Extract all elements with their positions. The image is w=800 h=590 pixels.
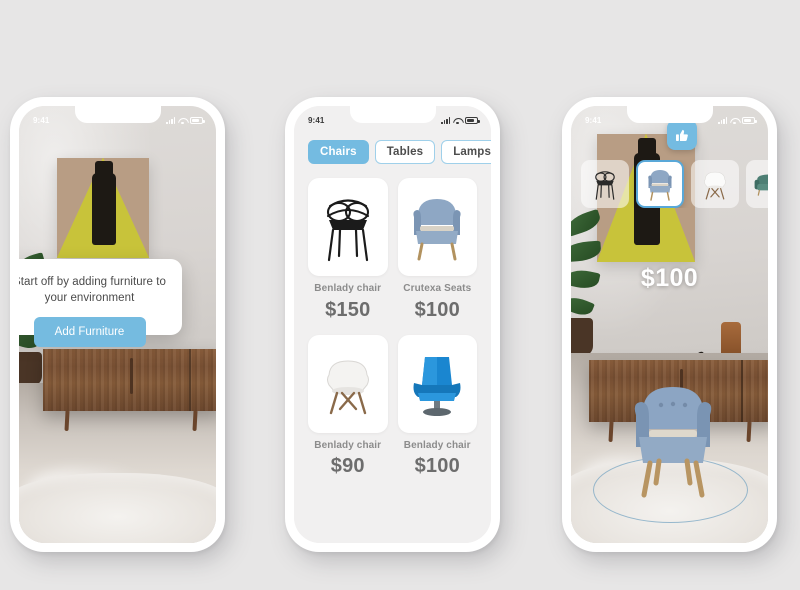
product-thumbnail [397, 334, 477, 433]
product-name: Benlady chair [403, 439, 471, 451]
carousel-item[interactable] [746, 160, 768, 208]
sideboard-handle [130, 357, 134, 394]
plant-leaf [571, 240, 602, 263]
onboarding-message: Start off by adding furniture to your en… [19, 276, 166, 304]
catalog-container: Chairs Tables Lamps Benlady chair $150 C… [294, 106, 491, 543]
add-furniture-button[interactable]: Add Furniture [33, 317, 146, 347]
carousel-item[interactable] [691, 160, 739, 208]
plant-pot [571, 318, 593, 356]
signal-bars-icon [718, 117, 727, 124]
wifi-icon [730, 117, 739, 124]
ar-placed-chair[interactable] [623, 375, 723, 505]
green-sofa-icon [754, 174, 768, 196]
screen-catalog: Chairs Tables Lamps Benlady chair $150 C… [294, 106, 491, 543]
status-bar-indicators [718, 117, 757, 124]
signal-bars-icon [441, 117, 450, 124]
screen-ar-placement: 9:41 $100 [571, 106, 768, 543]
sideboard-furniture [43, 349, 216, 411]
ar-product-price: $100 [640, 264, 699, 292]
blue-armchair-icon [413, 199, 461, 261]
plant-pot [19, 352, 42, 386]
product-name: Benlady chair [314, 283, 382, 294]
sideboard-divider [741, 360, 744, 422]
mockup-stage: 9:41 Start off by adding furniture to yo… [0, 0, 800, 590]
phone-notch [626, 106, 713, 123]
phone-mockup-ar-onboarding: 9:41 Start off by adding furniture to yo… [10, 97, 225, 552]
product-name: Benlady chair [314, 439, 382, 451]
phone-notch [349, 106, 436, 123]
carousel-item[interactable] [581, 160, 629, 208]
product-price: $100 [414, 455, 460, 477]
tab-tables[interactable]: Tables [374, 140, 436, 164]
battery-icon [190, 117, 205, 124]
status-bar-time: 9:41 [308, 116, 325, 125]
product-card[interactable]: Benlady chair $100 [397, 334, 477, 479]
status-bar-indicators [166, 117, 205, 124]
plant-leaf [571, 208, 603, 238]
product-price: $100 [414, 298, 460, 321]
phone-notch [74, 106, 161, 123]
tab-chairs[interactable]: Chairs [308, 140, 369, 164]
blue-armchair-icon [648, 170, 672, 201]
product-thumbnail [308, 334, 388, 433]
black-wire-chair-icon [326, 199, 369, 262]
product-price: $90 [330, 455, 365, 477]
sideboard-legs [43, 410, 216, 432]
white-eames-chair-icon [326, 359, 369, 414]
phone-mockup-ar-placement: 9:41 $100 [562, 97, 777, 552]
product-grid: Benlady chair $150 Crutexa Seats $100 Be… [294, 178, 491, 478]
phone-mockup-catalog: Chairs Tables Lamps Benlady chair $150 C… [285, 97, 500, 552]
status-bar-time: 9:41 [585, 116, 602, 125]
product-card[interactable]: Crutexa Seats $100 [397, 178, 477, 322]
status-bar-time: 9:41 [33, 116, 50, 125]
black-wire-chair-icon [595, 171, 615, 200]
signal-bars-icon [166, 117, 175, 124]
blue-lounge-chair-icon [413, 356, 461, 416]
product-name: Crutexa Seats [403, 283, 472, 294]
onboarding-tooltip-card: Start off by adding furniture to your en… [19, 259, 182, 347]
product-card[interactable]: Benlady chair $150 [308, 178, 388, 322]
wifi-icon [178, 117, 187, 124]
category-tabs: Chairs Tables Lamps [294, 140, 491, 164]
white-eames-chair-icon [704, 171, 726, 200]
battery-icon [742, 117, 757, 124]
floor-rug [19, 472, 216, 543]
product-price: $150 [325, 298, 371, 321]
carousel-item-selected[interactable] [636, 160, 684, 208]
battery-icon [465, 117, 480, 124]
product-thumbnail [397, 178, 477, 276]
sideboard-divider [188, 349, 191, 411]
artwork-shape [91, 161, 116, 245]
wall-artwork [57, 158, 149, 258]
screen-ar-onboarding: 9:41 Start off by adding furniture to yo… [19, 106, 216, 543]
plant-leaf [571, 292, 595, 320]
furniture-carousel[interactable] [571, 160, 768, 208]
product-thumbnail [308, 178, 388, 276]
tab-lamps[interactable]: Lamps [441, 140, 491, 164]
status-bar-indicators [441, 117, 480, 124]
wifi-icon [453, 117, 462, 124]
product-card[interactable]: Benlady chair $90 [308, 334, 388, 479]
